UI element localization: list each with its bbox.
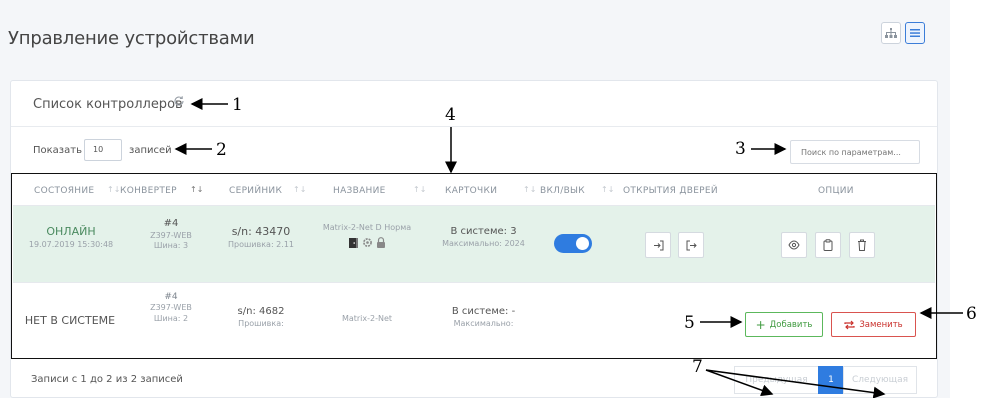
clipboard-icon <box>823 239 833 251</box>
serial-cell: s/n: 43470 Прошивка: 2.11 <box>216 225 306 251</box>
converter-cell: #4 Z397-WEB Шина: 2 <box>141 291 201 325</box>
callout-label: 2 <box>216 140 227 160</box>
clipboard-button[interactable] <box>815 232 841 258</box>
replace-controller-button[interactable]: Заменить <box>831 312 916 337</box>
serial-number: s/n: 4682 <box>237 306 285 317</box>
converter-model: Z397-WEB <box>150 230 192 240</box>
lock-icon <box>377 236 385 248</box>
trash-icon <box>858 239 866 251</box>
callout-label: 1 <box>232 95 243 115</box>
door-icon <box>349 237 358 248</box>
toggle-knob <box>576 237 589 250</box>
plus-icon: + <box>755 317 766 332</box>
replace-button-label: Заменить <box>859 319 903 330</box>
pagination-previous[interactable]: Предыдущая <box>734 366 819 394</box>
sort-icon[interactable]: ↑↓ <box>413 185 426 194</box>
gear-icon <box>363 237 372 247</box>
callout-label: 7 <box>692 357 703 377</box>
add-button-label: Добавить <box>769 319 813 330</box>
sort-icon[interactable]: ↑↓ <box>523 185 536 194</box>
pagination-page-1[interactable]: 1 <box>818 366 844 394</box>
open-door-in-button[interactable] <box>645 232 671 258</box>
cards-max: Максимально: <box>453 318 514 328</box>
callout-label: 5 <box>684 313 695 333</box>
firmware-version: Прошивка: 2.11 <box>227 239 294 249</box>
converter-bus: Шина: 3 <box>153 241 189 251</box>
status-cell: ОНЛАЙН 19.07.2019 15:30:48 <box>11 225 131 251</box>
serial-cell: s/n: 4682 Прошивка: <box>216 305 306 329</box>
view-button[interactable] <box>781 232 807 258</box>
controllers-card: Список контроллеров Показать 10 записей … <box>10 80 938 398</box>
sort-icon[interactable]: ↑↓ <box>107 185 120 194</box>
list-view-button[interactable] <box>905 22 925 44</box>
pagination-next[interactable]: Следующая <box>843 366 917 394</box>
show-label: Показать <box>33 145 82 156</box>
column-header-status[interactable]: СОСТОЯНИЕ <box>34 186 94 196</box>
page-length-select[interactable]: 10 <box>84 139 122 161</box>
refresh-icon[interactable] <box>173 95 185 107</box>
eye-icon <box>788 240 800 250</box>
column-header-cards[interactable]: КАРТОЧКИ <box>445 186 497 196</box>
sort-icon[interactable]: ↑↓ <box>601 185 614 194</box>
converter-cell: #4 Z397-WEB Шина: 3 <box>141 217 201 252</box>
controller-name: Matrix-2-Net D Норма <box>322 223 412 232</box>
column-header-serial[interactable]: СЕРИЙНИК <box>229 186 282 196</box>
page-title: Управление устройствами <box>8 28 255 49</box>
cards-cell: В системе: - Максимально: <box>431 305 536 329</box>
serial-number: s/n: 43470 <box>231 225 291 238</box>
name-cell: Matrix-2-Net <box>311 314 423 325</box>
converter-bus: Шина: 2 <box>153 313 189 323</box>
status-text: ОНЛАЙН <box>46 225 96 238</box>
records-info: Записи с 1 до 2 из 2 записей <box>31 374 183 385</box>
callout-label: 6 <box>966 304 977 324</box>
cards-max: Максимально: 2024 <box>442 238 525 248</box>
converter-number: #4 <box>164 292 178 302</box>
enabled-toggle[interactable] <box>554 234 592 253</box>
column-header-options: ОПЦИИ <box>818 186 854 196</box>
sitemap-icon <box>885 27 897 38</box>
column-header-converter[interactable]: КОНВЕРТЕР <box>120 186 177 196</box>
divider <box>13 282 935 283</box>
open-door-out-button[interactable] <box>678 232 704 258</box>
card-title: Список контроллеров <box>33 97 183 112</box>
sort-icon[interactable]: ↑↓ <box>190 185 203 194</box>
callout-label: 3 <box>735 139 746 159</box>
cards-cell: В системе: 3 Максимально: 2024 <box>431 225 536 249</box>
converter-model: Z397-WEB <box>150 303 192 313</box>
converter-number: #4 <box>163 218 179 229</box>
sign-in-icon <box>653 240 663 250</box>
sign-out-icon <box>686 240 697 250</box>
status-timestamp: 19.07.2019 15:30:48 <box>28 239 114 249</box>
cards-in-system: В системе: - <box>451 306 516 317</box>
search-input[interactable] <box>790 140 920 164</box>
controller-name: Matrix-2-Net <box>341 314 393 323</box>
swap-icon <box>844 320 855 329</box>
firmware-version: Прошивка: <box>238 318 284 328</box>
cards-in-system: В системе: 3 <box>450 226 517 237</box>
column-header-name[interactable]: НАЗВАНИЕ <box>333 186 386 196</box>
status-cell: НЕТ В СИСТЕМЕ <box>11 314 129 329</box>
list-icon <box>910 29 920 37</box>
card-header: Список контроллеров <box>11 81 937 127</box>
records-label: записей <box>129 145 172 156</box>
controller-state-icons <box>311 236 423 248</box>
status-text: НЕТ В СИСТЕМЕ <box>24 314 116 327</box>
column-header-door-openings: ОТКРЫТИЯ ДВЕРЕЙ <box>623 186 718 196</box>
tree-view-button[interactable] <box>881 22 901 44</box>
column-header-enabled[interactable]: ВКЛ/ВЫК <box>540 186 585 196</box>
delete-button[interactable] <box>849 232 875 258</box>
name-cell: Matrix-2-Net D Норма <box>311 223 423 248</box>
sort-icon[interactable]: ↑↓ <box>293 185 306 194</box>
callout-label: 4 <box>445 105 456 125</box>
add-controller-button[interactable]: + Добавить <box>745 312 823 337</box>
